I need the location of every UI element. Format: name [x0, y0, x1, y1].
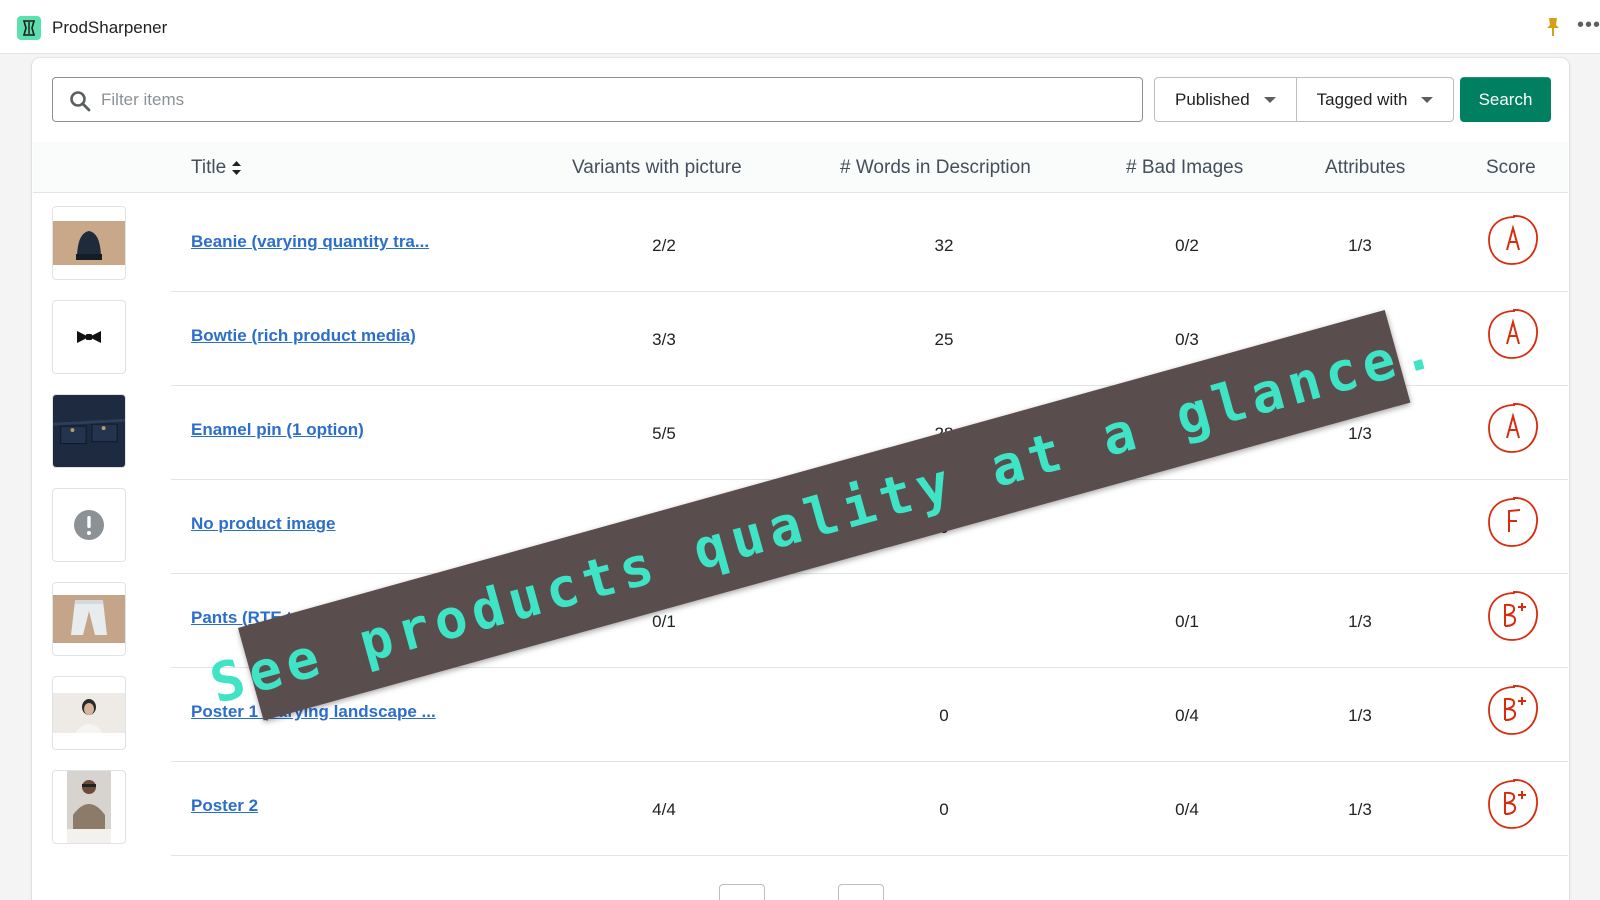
words-cell: 0	[939, 706, 949, 725]
words-cell: 25	[934, 330, 954, 349]
bad-images-cell: 0/4	[1175, 800, 1199, 819]
product-thumbnail[interactable]	[52, 770, 126, 844]
published-label: Published	[1175, 89, 1250, 109]
caret-down-icon	[1421, 96, 1434, 103]
attributes-cell: 1/3	[1348, 706, 1372, 725]
column-title[interactable]: Title	[191, 157, 242, 179]
product-thumbnail[interactable]	[52, 488, 126, 562]
filter-field[interactable]	[52, 77, 1143, 122]
product-thumbnail[interactable]	[52, 394, 126, 468]
table-row: Beanie (varying quantity tra... 2/2 32 0/2 1…	[33, 196, 1568, 292]
more-actions-icon[interactable]: •••	[1577, 14, 1600, 37]
previous-page-button[interactable]	[719, 884, 765, 900]
published-dropdown[interactable]: Published	[1155, 78, 1296, 121]
bad-images-cell: 0/2	[1175, 236, 1199, 255]
score-grade-icon	[1485, 494, 1541, 550]
score-grade-icon	[1485, 682, 1541, 738]
variants-cell: 5/5	[652, 424, 676, 443]
bad-images-cell: 0/3	[1175, 330, 1199, 349]
app-logo-icon	[17, 16, 41, 40]
column-variants: Variants with picture	[572, 157, 742, 178]
attributes-cell: 1/3	[1348, 424, 1372, 443]
score-grade-icon	[1485, 400, 1541, 456]
column-title-label: Title	[191, 157, 227, 178]
filter-dropdowns: Published Tagged with	[1154, 77, 1455, 122]
column-words: # Words in Description	[840, 157, 1031, 178]
product-thumbnail[interactable]	[52, 206, 126, 280]
variants-cell: 2/2	[652, 236, 676, 255]
next-page-button[interactable]	[838, 884, 884, 900]
table-header: Title Variants with picture # Words in D…	[33, 142, 1568, 193]
attributes-cell: 1/3	[1348, 800, 1372, 819]
column-bad-images: # Bad Images	[1126, 157, 1244, 178]
score-grade-icon	[1485, 588, 1541, 644]
product-title-link[interactable]: No product image	[191, 514, 336, 534]
table-row: Poster 2 4/4 0 0/4 1/3	[33, 760, 1568, 856]
score-grade-icon	[1485, 212, 1541, 268]
product-thumbnail[interactable]	[52, 676, 126, 750]
app-name: ProdSharpener	[52, 18, 168, 37]
product-title-link[interactable]: Enamel pin (1 option)	[191, 420, 364, 440]
column-attributes: Attributes	[1325, 157, 1406, 178]
sort-icon[interactable]	[232, 160, 242, 175]
attributes-cell: 1/3	[1348, 612, 1372, 631]
product-title-link[interactable]: Beanie (varying quantity tra...	[191, 232, 429, 252]
filter-input[interactable]	[101, 78, 1131, 121]
tagged-with-label: Tagged with	[1316, 89, 1408, 109]
product-thumbnail[interactable]	[52, 582, 126, 656]
words-cell: 32	[934, 236, 954, 255]
bad-images-cell: 0/1	[1175, 612, 1199, 631]
attributes-cell: 1/3	[1348, 236, 1372, 255]
score-grade-icon	[1485, 306, 1541, 362]
score-grade-icon	[1485, 776, 1541, 832]
app-topbar: ProdSharpener •••	[0, 0, 1600, 54]
search-button[interactable]: Search	[1460, 77, 1551, 122]
caret-down-icon	[1263, 96, 1276, 103]
product-title-link[interactable]: Poster 2	[191, 796, 258, 816]
product-thumbnail[interactable]	[52, 300, 126, 374]
search-icon	[70, 91, 91, 112]
pin-icon[interactable]	[1544, 17, 1562, 37]
row-divider	[171, 855, 1568, 856]
bad-images-cell: 0/4	[1175, 706, 1199, 725]
column-score: Score	[1486, 157, 1536, 178]
variants-cell: 3/3	[652, 330, 676, 349]
variants-cell: 4/4	[652, 800, 676, 819]
tagged-with-dropdown[interactable]: Tagged with	[1295, 78, 1454, 121]
words-cell: 0	[939, 800, 949, 819]
product-title-link[interactable]: Bowtie (rich product media)	[191, 326, 416, 346]
